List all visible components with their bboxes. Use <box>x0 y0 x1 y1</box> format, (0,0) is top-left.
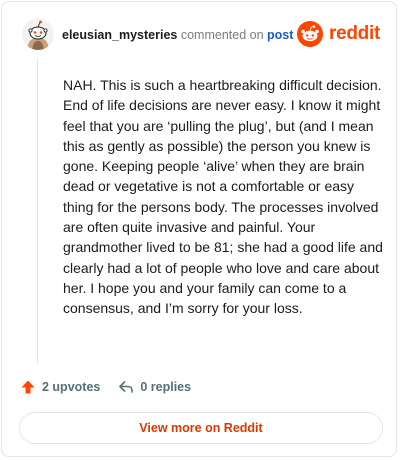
action-text: commented on <box>180 28 264 42</box>
username-link[interactable]: eleusian_mysteries <box>62 28 177 42</box>
upvote-button[interactable]: 2 upvotes <box>20 379 100 395</box>
comment-byline: eleusian_mysteries commented on post <box>62 27 293 43</box>
view-more-button[interactable]: View more on Reddit <box>19 412 383 444</box>
arrow-up-icon <box>21 380 35 394</box>
user-avatar[interactable] <box>22 18 54 50</box>
snoo-avatar-icon <box>22 18 54 50</box>
view-more-label: View more on Reddit <box>139 421 263 435</box>
comment-footer: 2 upvotes 0 replies <box>20 376 191 398</box>
reddit-wordmark: reddit <box>329 23 380 44</box>
thread-line <box>37 58 38 364</box>
reddit-snoo-icon <box>297 21 324 47</box>
comment-body: NAH. This is such a heartbreaking diffic… <box>63 77 383 317</box>
reply-arrow-icon <box>119 381 134 393</box>
post-link[interactable]: post <box>267 28 293 42</box>
comment-embed-card: eleusian_mysteries commented on post red… <box>1 1 397 457</box>
reply-count: 0 replies <box>140 380 192 394</box>
replies-button[interactable]: 0 replies <box>118 379 191 395</box>
upvote-count: 2 upvotes <box>42 380 101 394</box>
reddit-logo[interactable]: reddit <box>297 20 380 48</box>
comment-header: eleusian_mysteries commented on post red… <box>16 16 384 52</box>
